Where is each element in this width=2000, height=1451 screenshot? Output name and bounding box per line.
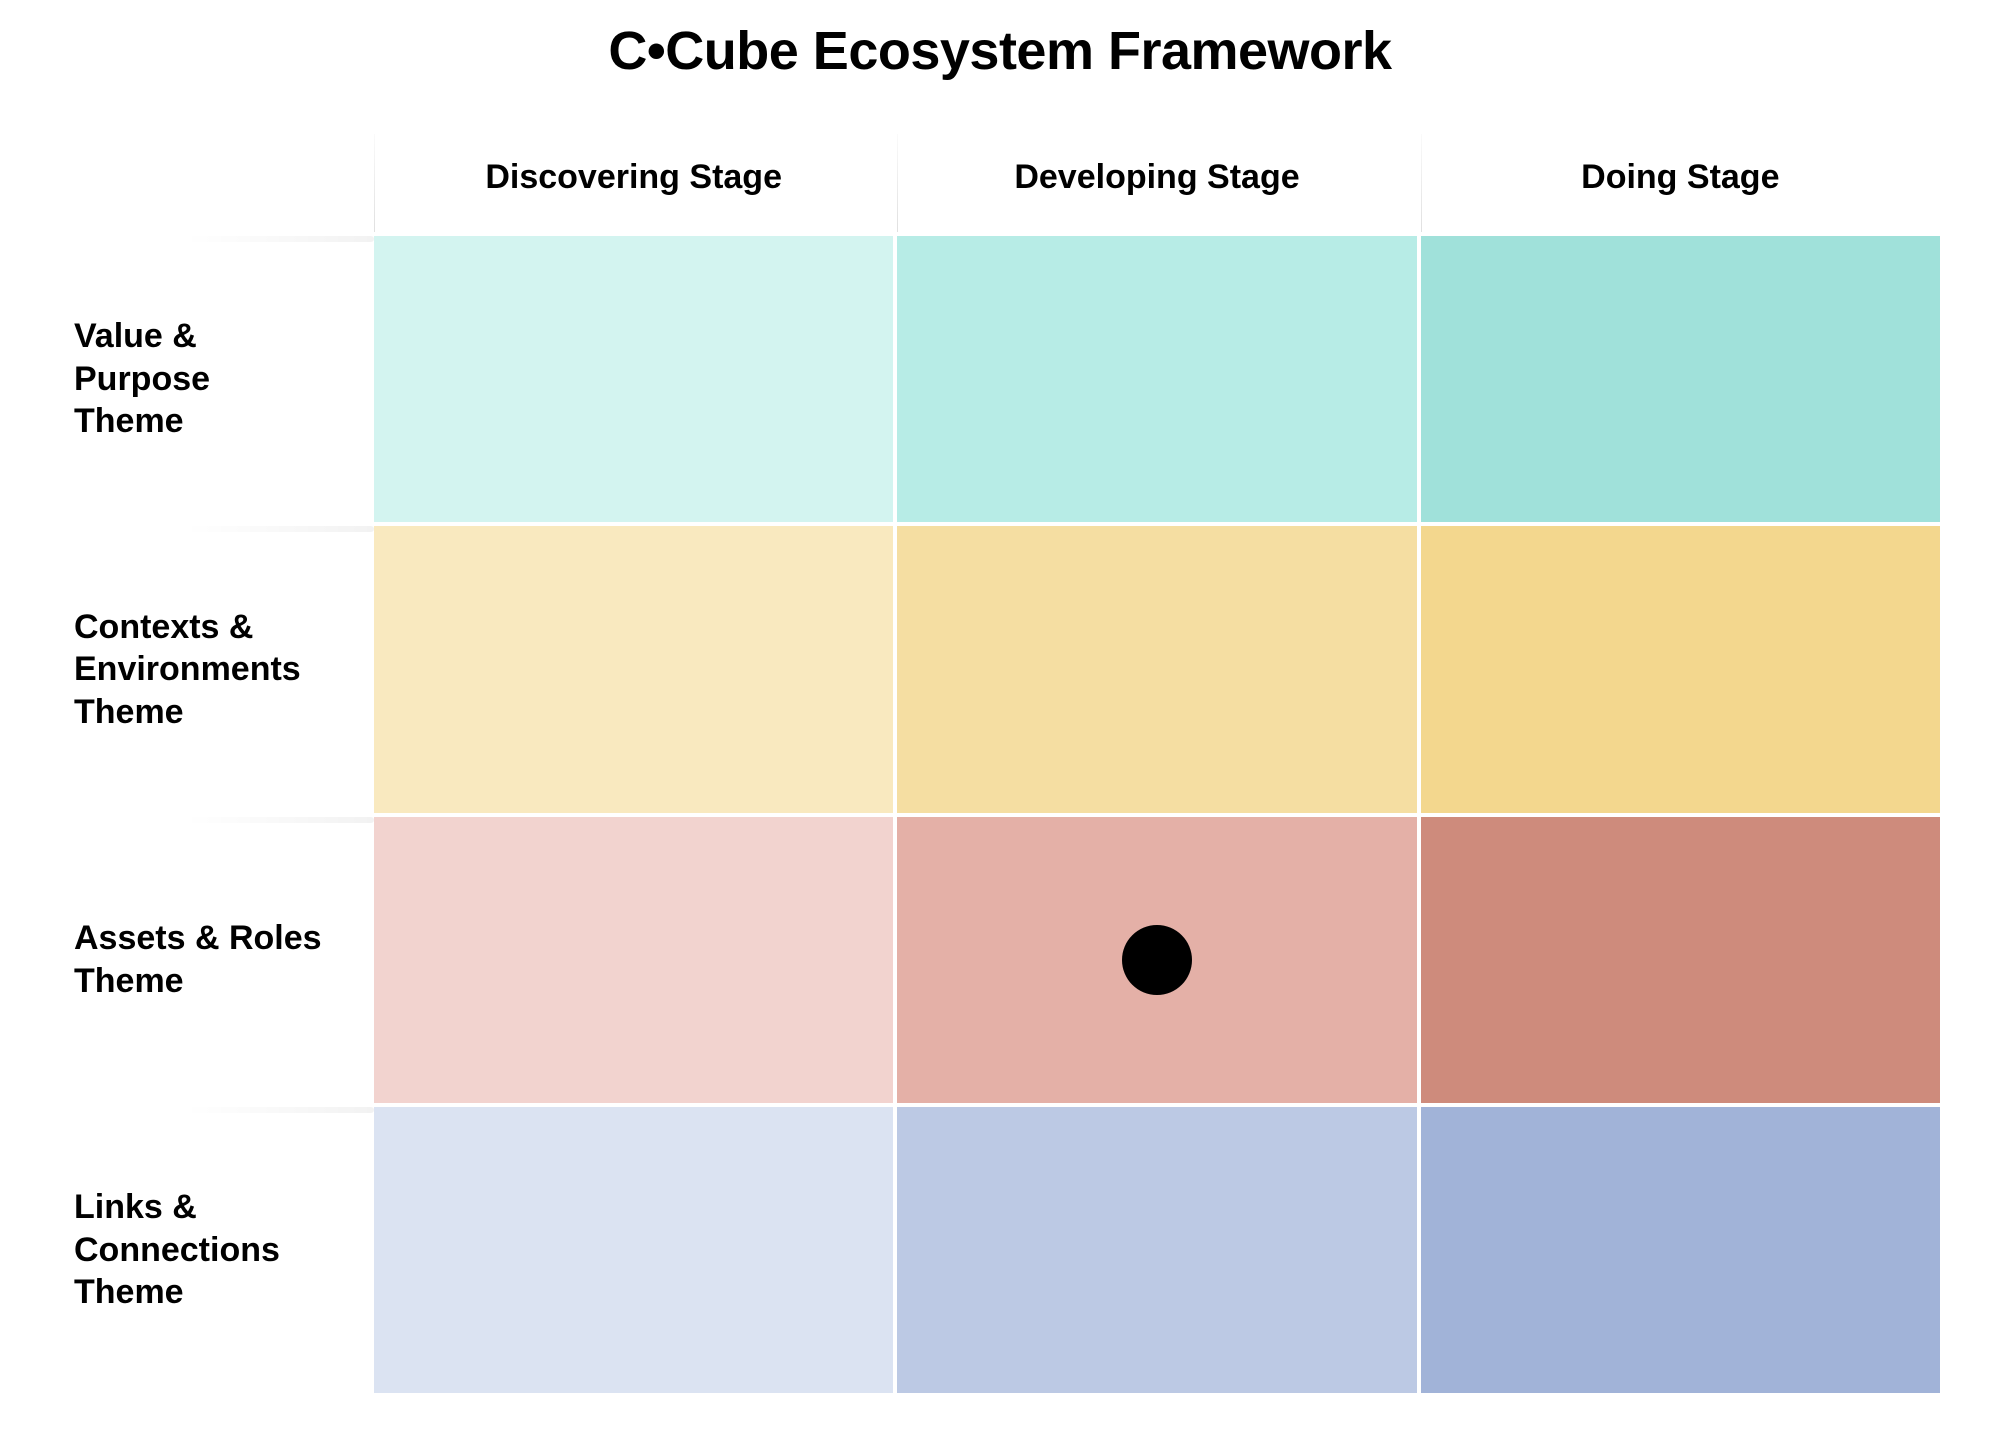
cell-value-purpose-discovering — [374, 236, 893, 522]
cell-links-connections-discovering — [374, 1107, 893, 1393]
cell-assets-roles-developing — [897, 817, 1416, 1103]
cell-value-purpose-developing — [897, 236, 1416, 522]
grid-corner-empty — [60, 122, 370, 232]
cell-contexts-environments-discovering — [374, 526, 893, 812]
cell-assets-roles-discovering — [374, 817, 893, 1103]
row-header-contexts-environments: Contexts & Environments Theme — [60, 526, 370, 812]
position-marker-icon — [1122, 925, 1192, 995]
cell-assets-roles-doing — [1421, 817, 1940, 1103]
column-header-discovering: Discovering Stage — [374, 122, 893, 232]
row-header-assets-roles: Assets & Roles Theme — [60, 817, 370, 1103]
row-header-links-connections: Links & Connections Theme — [60, 1107, 370, 1393]
diagram-title: C•Cube Ecosystem Framework — [60, 20, 1940, 82]
framework-grid: Discovering Stage Developing Stage Doing… — [60, 122, 1940, 1393]
cell-links-connections-doing — [1421, 1107, 1940, 1393]
cell-links-connections-developing — [897, 1107, 1416, 1393]
column-header-developing: Developing Stage — [897, 122, 1416, 232]
row-header-value-purpose: Value & Purpose Theme — [60, 236, 370, 522]
cell-value-purpose-doing — [1421, 236, 1940, 522]
cell-contexts-environments-developing — [897, 526, 1416, 812]
cell-contexts-environments-doing — [1421, 526, 1940, 812]
column-header-doing: Doing Stage — [1421, 122, 1940, 232]
